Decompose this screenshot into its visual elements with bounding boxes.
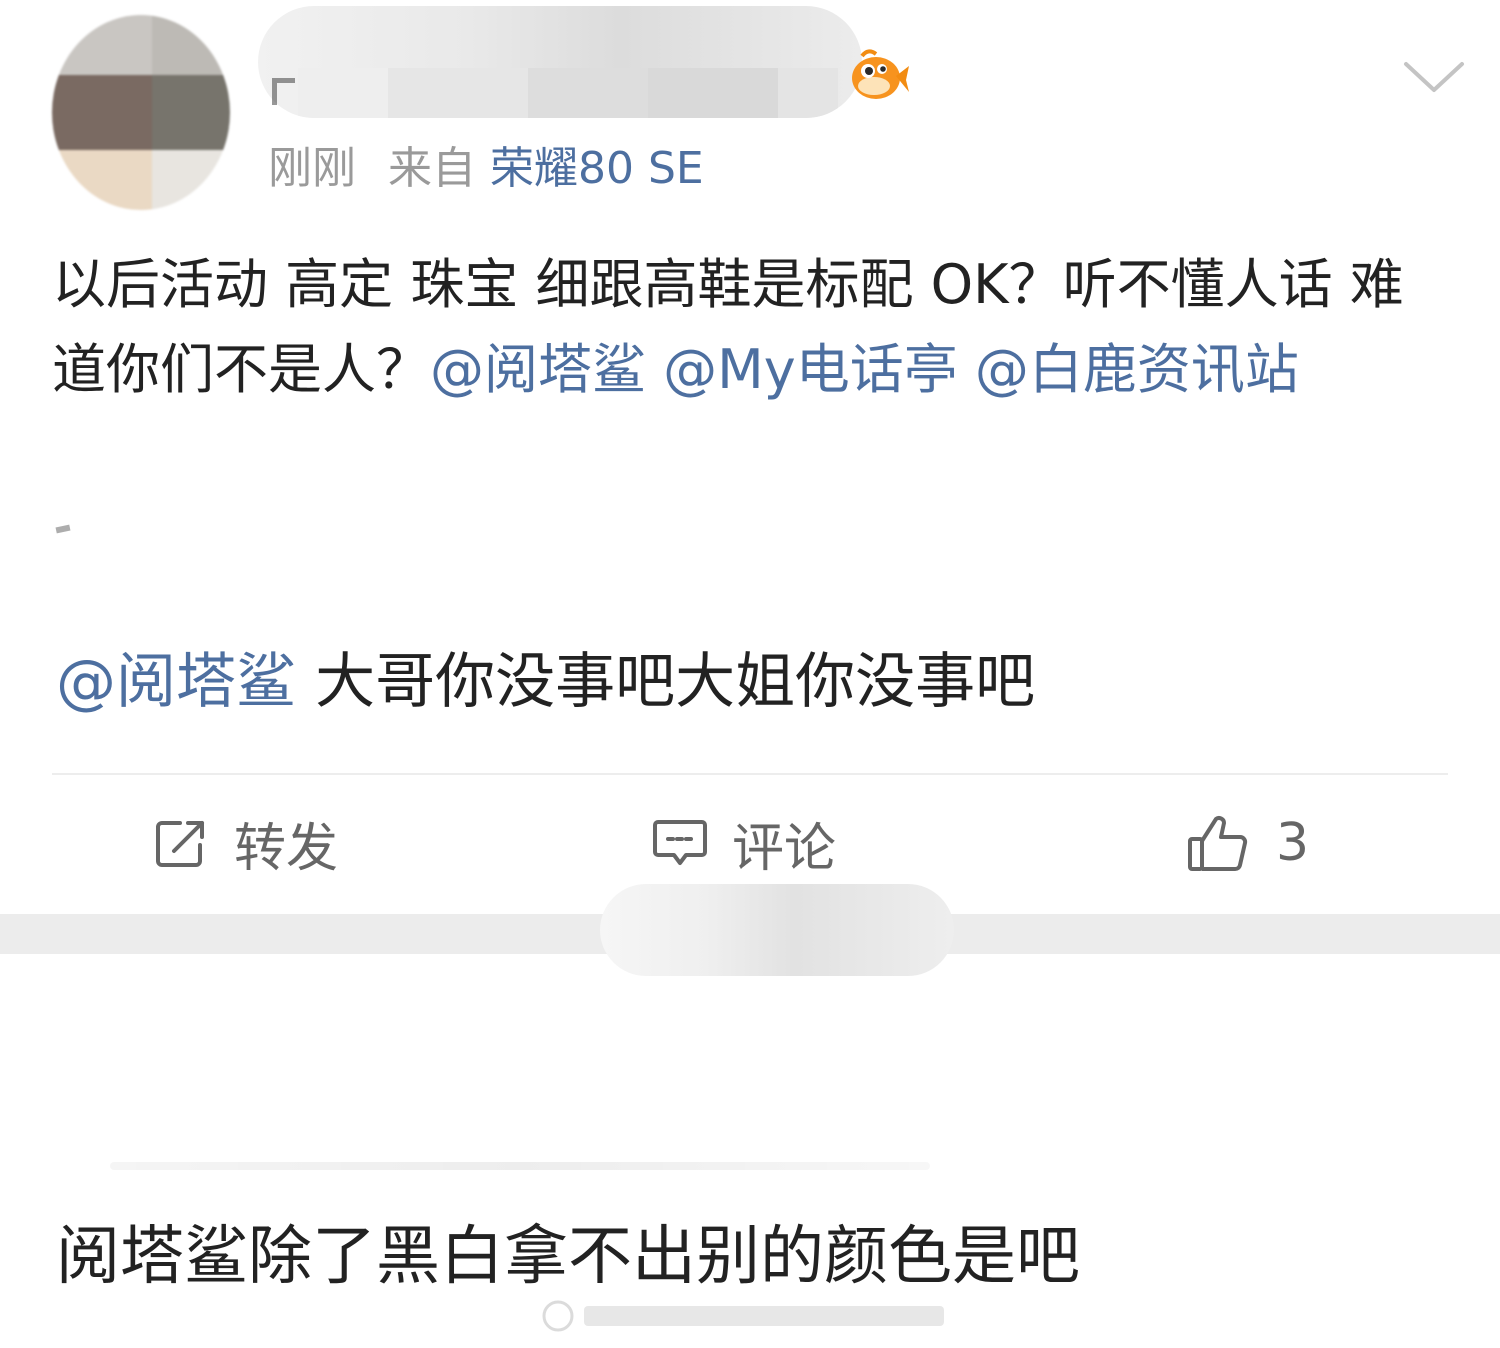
post-body: 以后活动 高定 珠宝 细跟高鞋是标配 OK？听不懂人话 难道你们不是人？@阅塔鲨… — [52, 242, 1432, 412]
thumbs-up-icon — [1186, 813, 1250, 873]
username[interactable] — [258, 6, 862, 118]
repost-button[interactable]: 转发 — [154, 808, 339, 879]
like-count: 3 — [1276, 813, 1310, 873]
like-button[interactable]: 3 — [1186, 808, 1309, 878]
avatar[interactable] — [52, 15, 230, 210]
post2-text: 阅塔鲨除了黑白拿不出别的颜色是吧 — [56, 1220, 1080, 1294]
blurred-overlay — [110, 1162, 930, 1170]
post-meta: 刚刚 来自 荣耀80 SE — [268, 138, 704, 200]
mention-link[interactable]: @阅塔鲨 — [430, 338, 646, 401]
watermark — [540, 1296, 960, 1336]
reply-text: @阅塔鲨 大哥你没事吧大姐你没事吧 — [56, 642, 1035, 722]
chevron-down-icon[interactable] — [1398, 50, 1470, 98]
post-source-device[interactable]: 荣耀80 SE — [490, 143, 704, 194]
mention-link[interactable]: @白鹿资讯站 — [975, 338, 1299, 401]
reply-content: 大哥你没事吧大姐你没事吧 — [296, 647, 1036, 717]
repost-label: 转发 — [234, 818, 339, 879]
decoration-mark — [55, 524, 71, 534]
repost-icon — [154, 817, 210, 869]
mention-link[interactable]: @阅塔鲨 — [56, 647, 296, 717]
post-time: 刚刚 — [268, 143, 356, 194]
comment-label: 评论 — [732, 818, 837, 879]
username-fragment — [272, 78, 295, 105]
comment-button[interactable]: 评论 — [652, 808, 837, 879]
divider — [52, 773, 1448, 775]
mention-link[interactable]: @My电话亭 — [663, 338, 958, 401]
comment-icon — [652, 816, 708, 870]
vip-fish-icon — [848, 46, 910, 104]
post-source-label: 来自 — [388, 143, 476, 194]
blurred-overlay — [600, 884, 954, 976]
